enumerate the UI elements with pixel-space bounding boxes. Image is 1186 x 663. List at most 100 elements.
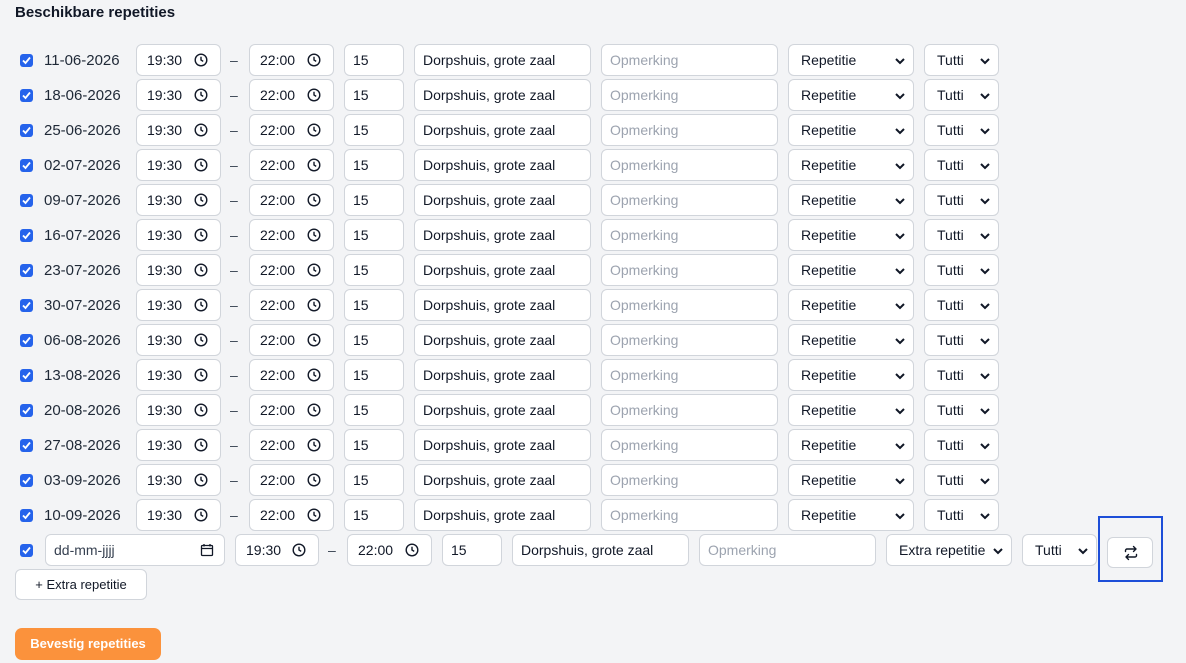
type-select[interactable]: Repetitie — [788, 394, 914, 426]
location-input[interactable]: Dorpshuis, grote zaal — [414, 149, 591, 181]
group-select[interactable]: Tutti — [924, 44, 999, 76]
remark-input[interactable]: Opmerking — [601, 184, 778, 216]
clock-icon[interactable] — [307, 333, 321, 347]
end-time-input[interactable]: 22:00 — [249, 44, 334, 76]
duration-input[interactable]: 15 — [344, 114, 404, 146]
clock-icon[interactable] — [194, 473, 208, 487]
remark-input[interactable]: Opmerking — [601, 499, 778, 531]
duration-input[interactable]: 15 — [344, 499, 404, 531]
end-time-input[interactable]: 22:00 — [249, 149, 334, 181]
location-input[interactable]: Dorpshuis, grote zaal — [414, 114, 591, 146]
start-time-input[interactable]: 19:30 — [136, 359, 221, 391]
type-select[interactable]: Repetitie — [788, 359, 914, 391]
duration-input[interactable]: 15 — [344, 324, 404, 356]
start-time-input[interactable]: 19:30 — [136, 114, 221, 146]
group-select[interactable]: Tutti — [924, 114, 999, 146]
clock-icon[interactable] — [194, 88, 208, 102]
end-time-input[interactable]: 22:00 — [249, 219, 334, 251]
start-time-input[interactable]: 19:30 — [136, 324, 221, 356]
location-input[interactable]: Dorpshuis, grote zaal — [414, 324, 591, 356]
clock-icon[interactable] — [194, 193, 208, 207]
end-time-input[interactable]: 22:00 — [249, 499, 334, 531]
clock-icon[interactable] — [194, 123, 208, 137]
group-select[interactable]: Tutti — [924, 254, 999, 286]
clock-icon[interactable] — [307, 403, 321, 417]
type-select[interactable]: Repetitie — [788, 429, 914, 461]
calendar-icon[interactable] — [200, 543, 214, 557]
duration-input[interactable]: 15 — [344, 44, 404, 76]
add-extra-rehearsal-button[interactable]: + Extra repetitie — [15, 569, 147, 600]
type-select[interactable]: Repetitie — [788, 44, 914, 76]
extra-end-time[interactable]: 22:00 — [347, 534, 432, 566]
group-select[interactable]: Tutti — [924, 79, 999, 111]
remark-input[interactable]: Opmerking — [601, 464, 778, 496]
rehearsal-checkbox[interactable] — [20, 54, 33, 67]
rehearsal-checkbox[interactable] — [20, 264, 33, 277]
remark-input[interactable]: Opmerking — [601, 429, 778, 461]
duration-input[interactable]: 15 — [344, 429, 404, 461]
group-select[interactable]: Tutti — [924, 289, 999, 321]
extra-type-select[interactable]: Extra repetitie — [886, 534, 1012, 566]
start-time-input[interactable]: 19:30 — [136, 44, 221, 76]
group-select[interactable]: Tutti — [924, 464, 999, 496]
clock-icon[interactable] — [194, 333, 208, 347]
rehearsal-checkbox[interactable] — [20, 229, 33, 242]
group-select[interactable]: Tutti — [924, 149, 999, 181]
rehearsal-checkbox[interactable] — [20, 369, 33, 382]
duration-input[interactable]: 15 — [344, 184, 404, 216]
remark-input[interactable]: Opmerking — [601, 44, 778, 76]
rehearsal-checkbox[interactable] — [20, 404, 33, 417]
clock-icon[interactable] — [292, 543, 306, 557]
location-input[interactable]: Dorpshuis, grote zaal — [414, 499, 591, 531]
extra-group-select[interactable]: Tutti — [1022, 534, 1097, 566]
clock-icon[interactable] — [307, 228, 321, 242]
clock-icon[interactable] — [307, 123, 321, 137]
rehearsal-checkbox[interactable] — [20, 194, 33, 207]
rehearsal-checkbox[interactable] — [20, 509, 33, 522]
clock-icon[interactable] — [194, 298, 208, 312]
confirm-rehearsals-button[interactable]: Bevestig repetities — [15, 628, 161, 660]
clock-icon[interactable] — [307, 438, 321, 452]
duration-input[interactable]: 15 — [344, 79, 404, 111]
end-time-input[interactable]: 22:00 — [249, 429, 334, 461]
clock-icon[interactable] — [194, 53, 208, 67]
group-select[interactable]: Tutti — [924, 429, 999, 461]
remark-input[interactable]: Opmerking — [601, 254, 778, 286]
group-select[interactable]: Tutti — [924, 184, 999, 216]
location-input[interactable]: Dorpshuis, grote zaal — [414, 79, 591, 111]
end-time-input[interactable]: 22:00 — [249, 79, 334, 111]
end-time-input[interactable]: 22:00 — [249, 359, 334, 391]
duration-input[interactable]: 15 — [344, 219, 404, 251]
extra-date-input[interactable]: dd-mm-jjjj — [45, 534, 225, 566]
extra-remark-input[interactable]: Opmerking — [699, 534, 876, 566]
location-input[interactable]: Dorpshuis, grote zaal — [414, 44, 591, 76]
duration-input[interactable]: 15 — [344, 254, 404, 286]
rehearsal-checkbox[interactable] — [20, 439, 33, 452]
type-select[interactable]: Repetitie — [788, 219, 914, 251]
end-time-input[interactable]: 22:00 — [249, 184, 334, 216]
type-select[interactable]: Repetitie — [788, 79, 914, 111]
clock-icon[interactable] — [307, 158, 321, 172]
clock-icon[interactable] — [405, 543, 419, 557]
duration-input[interactable]: 15 — [344, 394, 404, 426]
duration-input[interactable]: 15 — [344, 289, 404, 321]
clock-icon[interactable] — [194, 508, 208, 522]
group-select[interactable]: Tutti — [924, 394, 999, 426]
location-input[interactable]: Dorpshuis, grote zaal — [414, 254, 591, 286]
clock-icon[interactable] — [307, 508, 321, 522]
type-select[interactable]: Repetitie — [788, 184, 914, 216]
extra-duration-input[interactable]: 15 — [442, 534, 502, 566]
start-time-input[interactable]: 19:30 — [136, 219, 221, 251]
duration-input[interactable]: 15 — [344, 464, 404, 496]
start-time-input[interactable]: 19:30 — [136, 394, 221, 426]
group-select[interactable]: Tutti — [924, 499, 999, 531]
start-time-input[interactable]: 19:30 — [136, 184, 221, 216]
remark-input[interactable]: Opmerking — [601, 324, 778, 356]
end-time-input[interactable]: 22:00 — [249, 289, 334, 321]
clock-icon[interactable] — [194, 368, 208, 382]
rehearsal-checkbox[interactable] — [20, 299, 33, 312]
end-time-input[interactable]: 22:00 — [249, 394, 334, 426]
duration-input[interactable]: 15 — [344, 149, 404, 181]
rehearsal-checkbox[interactable] — [20, 474, 33, 487]
end-time-input[interactable]: 22:00 — [249, 254, 334, 286]
